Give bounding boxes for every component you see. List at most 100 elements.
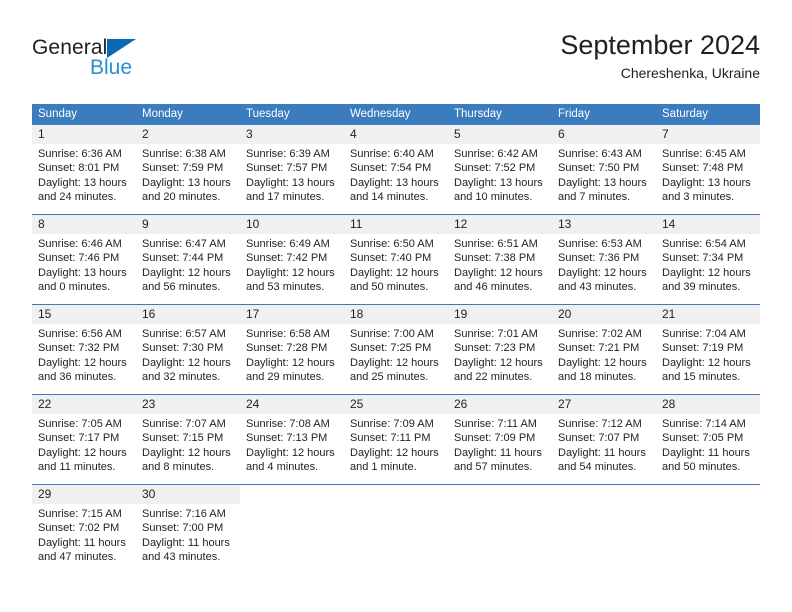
- day-detail-line: Daylight: 11 hours: [558, 446, 646, 459]
- day-details: Sunrise: 7:08 AM Sunset: 7:13 PM Daylight:…: [240, 414, 344, 475]
- day-cell-11[interactable]: 11 Sunrise: 6:50 AM Sunset: 7:40 PM Dayligh…: [344, 215, 448, 304]
- day-detail-line: Daylight: 12 hours: [142, 446, 231, 459]
- day-number-band: 3: [240, 125, 344, 144]
- day-cell-19[interactable]: 19 Sunrise: 7:01 AM Sunset: 7:23 PM Dayligh…: [448, 305, 552, 394]
- calendar-week-row: 15 Sunrise: 6:56 AM Sunset: 7:32 PM Dayligh…: [32, 304, 760, 394]
- day-details: Sunrise: 6:51 AM Sunset: 7:38 PM Daylight:…: [448, 234, 552, 295]
- day-detail-line: Daylight: 12 hours: [350, 356, 439, 369]
- day-detail-line: Daylight: 12 hours: [350, 266, 439, 279]
- day-number-band: 17: [240, 305, 344, 324]
- day-cell-28[interactable]: 28 Sunrise: 7:14 AM Sunset: 7:05 PM Dayligh…: [656, 395, 760, 484]
- day-cell-9[interactable]: 9 Sunrise: 6:47 AM Sunset: 7:44 PM Daylight…: [136, 215, 240, 304]
- location-subtitle: Chereshenka, Ukraine: [620, 65, 760, 81]
- day-cell-26[interactable]: 26 Sunrise: 7:11 AM Sunset: 7:09 PM Dayligh…: [448, 395, 552, 484]
- day-detail-line: Daylight: 12 hours: [662, 356, 751, 369]
- day-detail-line: Sunrise: 6:38 AM: [142, 148, 226, 160]
- day-number-band: 4: [344, 125, 448, 144]
- day-details: [656, 504, 760, 507]
- day-detail-line: and 11 minutes.: [38, 461, 116, 474]
- day-details: Sunrise: 7:00 AM Sunset: 7:25 PM Daylight:…: [344, 324, 448, 385]
- day-number-band: 23: [136, 395, 240, 414]
- day-cell-18[interactable]: 18 Sunrise: 7:00 AM Sunset: 7:25 PM Dayligh…: [344, 305, 448, 394]
- day-cell-6[interactable]: 6 Sunrise: 6:43 AM Sunset: 7:50 PM Daylight…: [552, 125, 656, 214]
- day-cell-4[interactable]: 4 Sunrise: 6:40 AM Sunset: 7:54 PM Daylight…: [344, 125, 448, 214]
- day-detail-line: Daylight: 12 hours: [662, 266, 751, 279]
- day-detail-line: Sunset: 7:50 PM: [558, 162, 640, 175]
- day-number-band: 24: [240, 395, 344, 414]
- day-cell-16[interactable]: 16 Sunrise: 6:57 AM Sunset: 7:30 PM Dayligh…: [136, 305, 240, 394]
- day-cell-20[interactable]: 20 Sunrise: 7:02 AM Sunset: 7:21 PM Dayligh…: [552, 305, 656, 394]
- day-number-band: 6: [552, 125, 656, 144]
- day-cell-30[interactable]: 30 Sunrise: 7:16 AM Sunset: 7:00 PM Dayligh…: [136, 485, 240, 574]
- day-cell-17[interactable]: 17 Sunrise: 6:58 AM Sunset: 7:28 PM Dayligh…: [240, 305, 344, 394]
- day-detail-line: Sunrise: 6:47 AM: [142, 238, 226, 250]
- day-cell-27[interactable]: 27 Sunrise: 7:12 AM Sunset: 7:07 PM Dayligh…: [552, 395, 656, 484]
- day-detail-line: Daylight: 11 hours: [142, 536, 230, 549]
- day-detail-line: Sunrise: 7:05 AM: [38, 418, 122, 430]
- day-number: 19: [454, 307, 468, 321]
- day-cell-empty: [448, 485, 552, 574]
- day-number: 13: [558, 217, 572, 231]
- weekday-header-friday: Friday: [558, 108, 590, 120]
- day-detail-line: Sunrise: 7:12 AM: [558, 418, 642, 430]
- page-title: September 2024: [560, 30, 760, 60]
- weekday-header-row: Sunday Monday Tuesday Wednesday Thursday Frid…: [32, 104, 760, 125]
- day-cell-2[interactable]: 2 Sunrise: 6:38 AM Sunset: 7:59 PM Daylight…: [136, 125, 240, 214]
- day-cell-3[interactable]: 3 Sunrise: 6:39 AM Sunset: 7:57 PM Daylight…: [240, 125, 344, 214]
- day-detail-line: and 18 minutes.: [558, 371, 637, 384]
- day-cell-25[interactable]: 25 Sunrise: 7:09 AM Sunset: 7:11 PM Dayligh…: [344, 395, 448, 484]
- day-detail-line: and 1 minute.: [350, 461, 417, 474]
- day-number: 14: [662, 217, 676, 231]
- day-cell-8[interactable]: 8 Sunrise: 6:46 AM Sunset: 7:46 PM Daylight…: [32, 215, 136, 304]
- day-detail-line: Sunset: 7:54 PM: [350, 162, 432, 175]
- day-number: 6: [558, 127, 565, 141]
- day-details: Sunrise: 6:38 AM Sunset: 7:59 PM Daylight:…: [136, 144, 240, 205]
- day-cell-14[interactable]: 14 Sunrise: 6:54 AM Sunset: 7:34 PM Dayligh…: [656, 215, 760, 304]
- day-detail-line: Sunrise: 7:04 AM: [662, 328, 746, 340]
- day-cell-1[interactable]: 1 Sunrise: 6:36 AM Sunset: 8:01 PM Daylight…: [32, 125, 136, 214]
- day-number-band: 20: [552, 305, 656, 324]
- day-detail-line: Sunrise: 6:42 AM: [454, 148, 538, 160]
- day-number: 4: [350, 127, 357, 141]
- day-number-band: 25: [344, 395, 448, 414]
- day-details: [344, 504, 448, 507]
- day-detail-line: and 0 minutes.: [38, 281, 111, 294]
- day-cell-7[interactable]: 7 Sunrise: 6:45 AM Sunset: 7:48 PM Daylight…: [656, 125, 760, 214]
- day-cell-29[interactable]: 29 Sunrise: 7:15 AM Sunset: 7:02 PM Dayligh…: [32, 485, 136, 574]
- day-cell-21[interactable]: 21 Sunrise: 7:04 AM Sunset: 7:19 PM Dayligh…: [656, 305, 760, 394]
- day-detail-line: Daylight: 13 hours: [142, 176, 231, 189]
- day-details: Sunrise: 7:02 AM Sunset: 7:21 PM Daylight:…: [552, 324, 656, 385]
- day-cell-22[interactable]: 22 Sunrise: 7:05 AM Sunset: 7:17 PM Dayligh…: [32, 395, 136, 484]
- day-detail-line: Sunset: 7:17 PM: [38, 432, 120, 445]
- day-detail-line: Sunset: 7:36 PM: [558, 252, 640, 265]
- day-number-band: 16: [136, 305, 240, 324]
- day-details: [552, 504, 656, 507]
- day-detail-line: Sunset: 7:32 PM: [38, 342, 120, 355]
- day-detail-line: Daylight: 11 hours: [38, 536, 126, 549]
- day-number: 17: [246, 307, 260, 321]
- day-detail-line: Daylight: 11 hours: [454, 446, 542, 459]
- day-number: 7: [662, 127, 669, 141]
- day-cell-5[interactable]: 5 Sunrise: 6:42 AM Sunset: 7:52 PM Daylight…: [448, 125, 552, 214]
- day-number: 9: [142, 217, 149, 231]
- day-detail-line: Sunrise: 6:46 AM: [38, 238, 122, 250]
- day-cell-23[interactable]: 23 Sunrise: 7:07 AM Sunset: 7:15 PM Dayligh…: [136, 395, 240, 484]
- day-number-band: 18: [344, 305, 448, 324]
- day-detail-line: Sunrise: 6:45 AM: [662, 148, 746, 160]
- brand-name-blue: Blue: [90, 56, 133, 79]
- day-detail-line: Sunrise: 6:58 AM: [246, 328, 330, 340]
- brand-logo[interactable]: General Blue: [32, 36, 232, 88]
- day-cell-13[interactable]: 13 Sunrise: 6:53 AM Sunset: 7:36 PM Dayligh…: [552, 215, 656, 304]
- day-cell-15[interactable]: 15 Sunrise: 6:56 AM Sunset: 7:32 PM Dayligh…: [32, 305, 136, 394]
- day-cell-12[interactable]: 12 Sunrise: 6:51 AM Sunset: 7:38 PM Dayligh…: [448, 215, 552, 304]
- day-detail-line: Sunrise: 7:14 AM: [662, 418, 746, 430]
- day-number: 23: [142, 397, 156, 411]
- day-number-band: 10: [240, 215, 344, 234]
- day-detail-line: and 50 minutes.: [350, 281, 429, 294]
- day-cell-10[interactable]: 10 Sunrise: 6:49 AM Sunset: 7:42 PM Dayligh…: [240, 215, 344, 304]
- day-detail-line: Daylight: 12 hours: [246, 446, 335, 459]
- day-details: Sunrise: 6:45 AM Sunset: 7:48 PM Daylight:…: [656, 144, 760, 205]
- day-detail-line: Sunset: 7:48 PM: [662, 162, 744, 175]
- day-cell-24[interactable]: 24 Sunrise: 7:08 AM Sunset: 7:13 PM Dayligh…: [240, 395, 344, 484]
- day-details: Sunrise: 6:49 AM Sunset: 7:42 PM Daylight:…: [240, 234, 344, 295]
